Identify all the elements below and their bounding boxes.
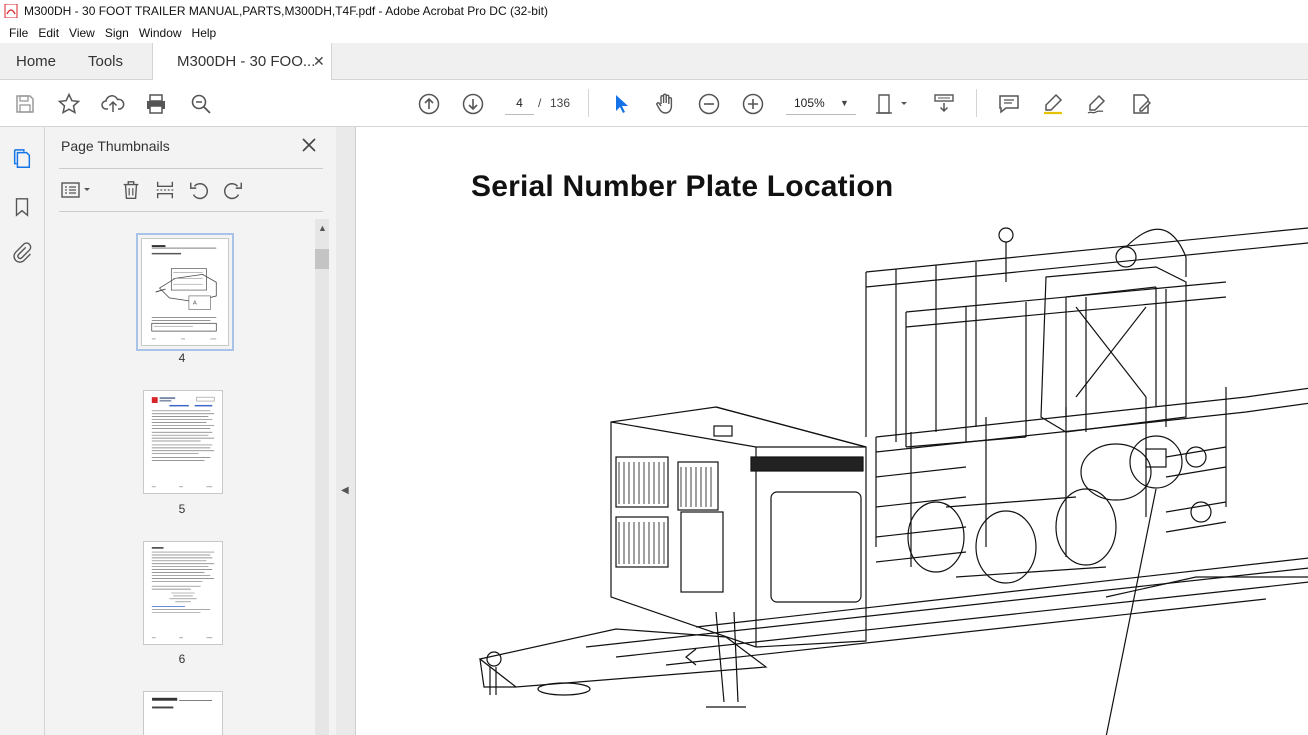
close-panel-icon[interactable] — [299, 135, 319, 155]
rotate-counterclockwise-icon[interactable] — [187, 178, 211, 202]
zoom-level-select[interactable]: 105% ▼ — [786, 91, 856, 115]
close-tab-icon[interactable]: ✕ — [313, 54, 327, 68]
panel-splitter[interactable]: ◀ — [336, 127, 356, 735]
menu-sign[interactable]: Sign — [100, 26, 134, 40]
document-view[interactable]: Serial Number Plate Location — [356, 127, 1308, 735]
hand-tool-icon[interactable] — [652, 91, 678, 117]
menu-view[interactable]: View — [64, 26, 100, 40]
select-cursor-icon[interactable] — [608, 91, 634, 117]
fill-sign-icon[interactable] — [1128, 91, 1154, 117]
page-separator: / — [538, 96, 542, 110]
thumbnail-options-icon[interactable] — [59, 178, 95, 202]
collapse-panel-icon[interactable]: ◀ — [341, 485, 349, 496]
menu-bar: File Edit View Sign Window Help — [0, 22, 1308, 43]
zoom-in-icon[interactable] — [740, 91, 766, 117]
rotate-clockwise-icon[interactable] — [221, 178, 245, 202]
svg-text:A: A — [193, 301, 197, 307]
tab-bar: Home Tools M300DH - 30 FOO... ✕ — [0, 43, 1308, 81]
window-title: M300DH - 30 FOOT TRAILER MANUAL,PARTS,M3… — [24, 4, 548, 18]
thumbnail-page-7[interactable] — [143, 691, 223, 735]
page-heading: Serial Number Plate Location — [471, 170, 894, 203]
thumbnail-page-4[interactable]: A — [136, 233, 234, 351]
scroll-up-icon[interactable]: ▲ — [318, 223, 327, 233]
toolbar-divider — [588, 89, 589, 117]
thumbnail-page-number: 6 — [178, 652, 186, 666]
thumbnail-preview: A — [151, 245, 217, 340]
zoom-search-icon[interactable] — [188, 91, 214, 117]
acrobat-app-icon — [4, 4, 18, 18]
page-thumbnails-panel: Page Thumbnails A 4 5 6 — [45, 127, 336, 735]
panel-divider — [59, 168, 323, 169]
tab-document-label: M300DH - 30 FOO... — [177, 53, 316, 70]
delete-page-icon[interactable] — [119, 178, 143, 202]
thumbnail-page-6[interactable] — [143, 541, 223, 645]
tab-home[interactable]: Home — [16, 43, 56, 80]
bookmarks-icon[interactable] — [10, 195, 34, 219]
thumbnail-preview — [151, 547, 215, 639]
thumbnail-page-number: 4 — [178, 351, 186, 365]
panel-divider — [59, 211, 323, 212]
menu-file[interactable]: File — [4, 26, 33, 40]
extract-pages-icon[interactable] — [153, 178, 177, 202]
save-icon[interactable] — [12, 91, 38, 117]
thumbnail-preview — [152, 697, 212, 709]
menu-edit[interactable]: Edit — [33, 26, 64, 40]
chevron-down-icon: ▼ — [840, 98, 849, 108]
bookmark-star-icon[interactable] — [56, 91, 82, 117]
tab-tools[interactable]: Tools — [88, 43, 123, 80]
next-page-icon[interactable] — [460, 91, 486, 117]
highlight-pen-icon[interactable] — [1040, 91, 1066, 117]
attachments-icon[interactable] — [10, 240, 34, 264]
thumbnail-page-5[interactable] — [143, 390, 223, 494]
page-thumbnails-icon[interactable] — [10, 147, 34, 171]
thumbnail-scrollbar[interactable]: ▲ — [315, 219, 329, 735]
upload-icon[interactable] — [100, 91, 126, 117]
print-icon[interactable] — [143, 91, 169, 117]
title-bar: M300DH - 30 FOOT TRAILER MANUAL,PARTS,M3… — [0, 0, 1308, 22]
previous-page-icon[interactable] — [416, 91, 442, 117]
scrollbar-thumb[interactable] — [315, 249, 329, 269]
tab-document[interactable]: M300DH - 30 FOO... ✕ — [152, 43, 332, 81]
menu-help[interactable]: Help — [187, 26, 222, 40]
page-fit-icon[interactable] — [874, 91, 912, 117]
thumbnail-preview — [151, 396, 215, 488]
draw-signature-icon[interactable] — [1084, 91, 1110, 117]
scroll-mode-icon[interactable] — [931, 91, 957, 117]
page-total: 136 — [550, 96, 571, 110]
page-number-input[interactable]: 4 — [505, 91, 534, 115]
comment-icon[interactable] — [996, 91, 1022, 117]
toolbar-divider — [976, 89, 977, 117]
menu-window[interactable]: Window — [134, 26, 187, 40]
left-navigation-rail — [0, 127, 45, 735]
trailer-technical-drawing — [478, 227, 1308, 735]
thumbnail-page-number: 5 — [178, 502, 186, 516]
panel-title: Page Thumbnails — [61, 138, 170, 154]
zoom-level-value: 105% — [794, 96, 825, 110]
zoom-out-icon[interactable] — [696, 91, 722, 117]
